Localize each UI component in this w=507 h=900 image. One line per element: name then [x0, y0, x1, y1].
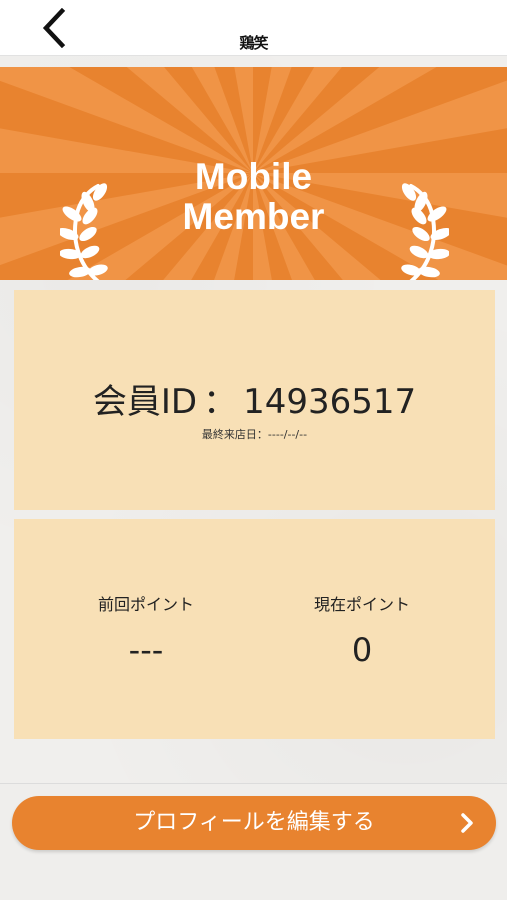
current-points: 現在ポイント 0	[242, 591, 482, 669]
mobile-member-banner: Mobile Member	[0, 67, 507, 280]
points-card: 前回ポイント --- 現在ポイント 0	[14, 519, 495, 739]
edit-profile-button[interactable]: プロフィールを編集する	[12, 796, 496, 850]
member-id-separator: ：	[203, 382, 238, 422]
member-id-line: 会員ID： 14936517	[14, 374, 495, 423]
previous-points-label: 前回ポイント	[97, 595, 194, 614]
edit-profile-label: プロフィールを編集する	[133, 810, 375, 835]
last-visit-line: 最終来店日：----/--/--	[14, 426, 495, 442]
header-bar: 鶏笑	[0, 0, 507, 56]
member-id-label: 会員ID	[92, 382, 198, 422]
previous-points-value: ---	[128, 631, 164, 669]
banner-title-line2: Member	[182, 196, 325, 237]
brand-logo: 鶏笑	[239, 34, 268, 52]
current-points-label: 現在ポイント	[313, 595, 410, 614]
banner-title-line1: Mobile	[194, 156, 313, 197]
last-visit-label: 最終来店日：	[201, 428, 268, 441]
chevron-right-icon	[461, 813, 473, 833]
last-visit-value: ----/--/--	[267, 428, 308, 441]
previous-points: 前回ポイント ---	[26, 591, 266, 669]
banner-title: Mobile Member	[0, 157, 507, 237]
member-id-value: 14936517	[243, 382, 417, 422]
member-id-card: 会員ID： 14936517 最終来店日：----/--/--	[14, 290, 495, 510]
current-points-value: 0	[351, 631, 373, 669]
